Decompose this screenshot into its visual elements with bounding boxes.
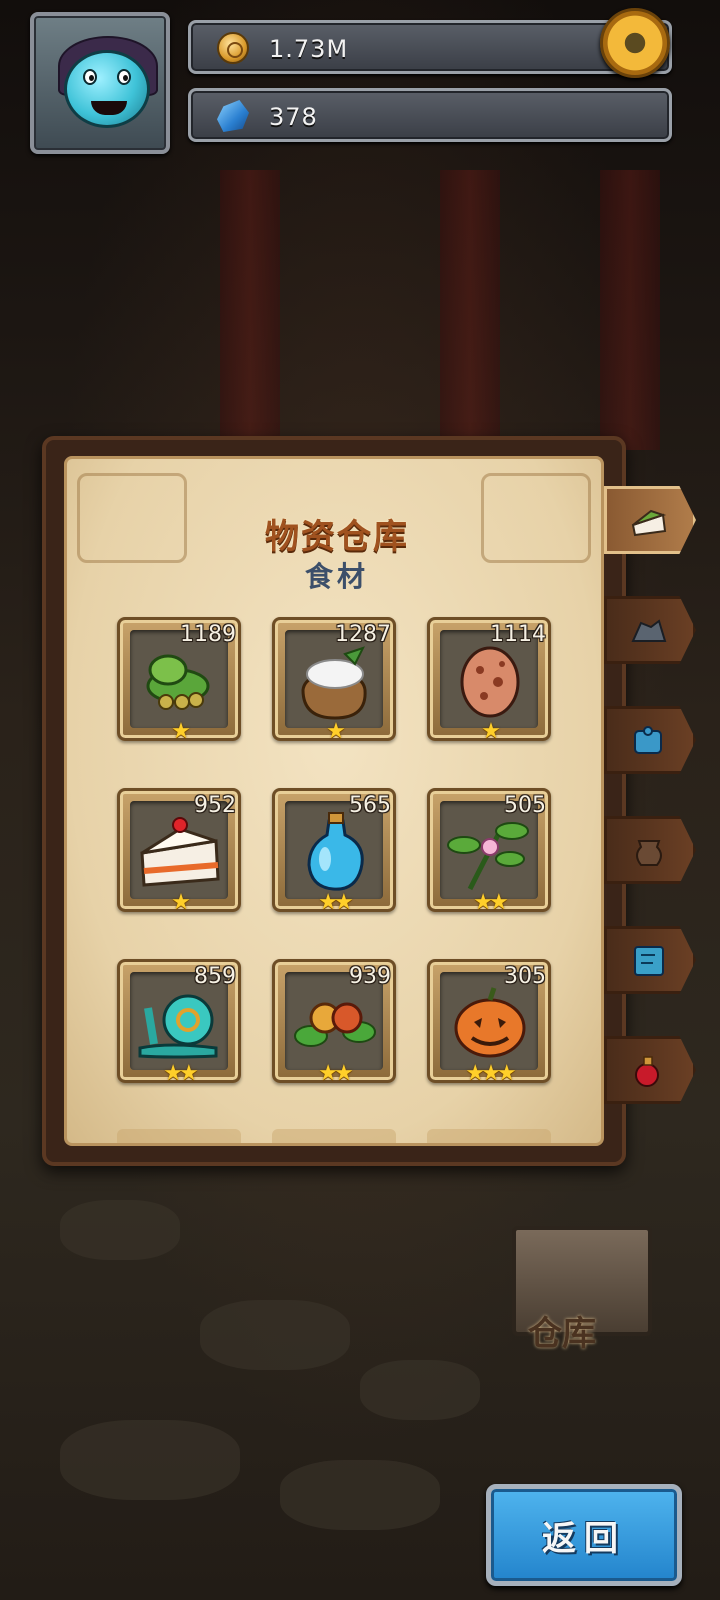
tab-red-potion[interactable] xyxy=(604,1036,696,1104)
item-count: 939 xyxy=(349,964,391,989)
star-rating: ★ xyxy=(326,719,346,744)
star-rating: ★★★ xyxy=(465,1061,516,1086)
item-slot[interactable]: 859 ★★ xyxy=(117,959,241,1086)
puzzle-tab-icon xyxy=(634,726,662,754)
floor-stone xyxy=(60,1420,240,1500)
tab-pot[interactable] xyxy=(604,816,696,884)
item-count: 565 xyxy=(349,793,391,818)
gem-icon xyxy=(217,100,249,132)
warehouse-panel: 物资仓库 食材 1189 ★ 1287 ★ 1114 ★ 952 ★ 565 ★… xyxy=(42,436,626,1166)
ore-tab-icon xyxy=(631,619,667,642)
curtain-decoration xyxy=(600,170,660,450)
tab-ore[interactable] xyxy=(604,596,696,664)
item-slot[interactable]: 305 ★★★ xyxy=(427,959,551,1086)
star-rating: ★ xyxy=(171,890,191,915)
gems-bar: 378 xyxy=(188,88,672,142)
floor-stone xyxy=(200,1300,350,1370)
item-count: 1287 xyxy=(335,622,391,647)
item-slot[interactable]: 939 ★★ xyxy=(272,959,396,1086)
star-rating: ★ xyxy=(171,719,191,744)
item-slot[interactable]: 1287 ★ xyxy=(272,617,396,744)
item-slot-partial xyxy=(427,1129,551,1143)
star-rating: ★ xyxy=(481,719,501,744)
item-slot[interactable]: 1114 ★ xyxy=(427,617,551,744)
avatar-eye xyxy=(83,69,97,85)
coins-value: 1.73M xyxy=(269,35,349,63)
item-count: 505 xyxy=(504,793,546,818)
item-count: 952 xyxy=(194,793,236,818)
star-rating: ★★ xyxy=(473,890,508,915)
curtain-decoration xyxy=(220,170,280,450)
gear-icon[interactable] xyxy=(595,3,675,83)
tab-cake[interactable] xyxy=(604,486,696,554)
avatar-mouth xyxy=(91,101,127,115)
item-slot-partial xyxy=(272,1129,396,1143)
pot-tab-icon xyxy=(636,840,662,866)
item-count: 1189 xyxy=(180,622,236,647)
player-avatar[interactable] xyxy=(30,12,170,154)
item-count: 859 xyxy=(194,964,236,989)
gems-value: 378 xyxy=(269,103,318,131)
star-rating: ★★ xyxy=(318,1061,353,1086)
storage-label: 仓库 xyxy=(528,1314,596,1354)
avatar-icon xyxy=(64,50,150,128)
floor-stone xyxy=(360,1360,480,1420)
panel-subtitle: 食材 xyxy=(304,560,369,593)
item-count: 1114 xyxy=(490,622,546,647)
curtain-decoration xyxy=(440,170,500,450)
stone-tablet-tab-icon xyxy=(634,946,664,976)
red-potion-tab-icon xyxy=(635,1056,659,1087)
star-rating: ★★ xyxy=(163,1061,198,1086)
item-slot[interactable]: 952 ★ xyxy=(117,788,241,915)
item-slot[interactable]: 1189 ★ xyxy=(117,617,241,744)
item-slot-partial xyxy=(117,1129,241,1143)
warehouse-panel-content: 物资仓库 食材 1189 ★ 1287 ★ 1114 ★ 952 ★ 565 ★… xyxy=(64,456,604,1146)
panel-title: 物资仓库 xyxy=(265,517,409,557)
tab-puzzle[interactable] xyxy=(604,706,696,774)
floor-stone xyxy=(60,1200,180,1260)
tab-stone-tablet[interactable] xyxy=(604,926,696,994)
cake-tab-icon xyxy=(631,509,667,537)
avatar-eye xyxy=(117,69,131,85)
coin-icon xyxy=(217,32,249,64)
item-count: 305 xyxy=(504,964,546,989)
item-slot[interactable]: 565 ★★ xyxy=(272,788,396,915)
star-rating: ★★ xyxy=(318,890,353,915)
floor-stone xyxy=(280,1460,440,1530)
back-button[interactable]: 返回 xyxy=(486,1484,682,1586)
back-button-label: 返回 xyxy=(542,1519,626,1559)
item-slot[interactable]: 505 ★★ xyxy=(427,788,551,915)
